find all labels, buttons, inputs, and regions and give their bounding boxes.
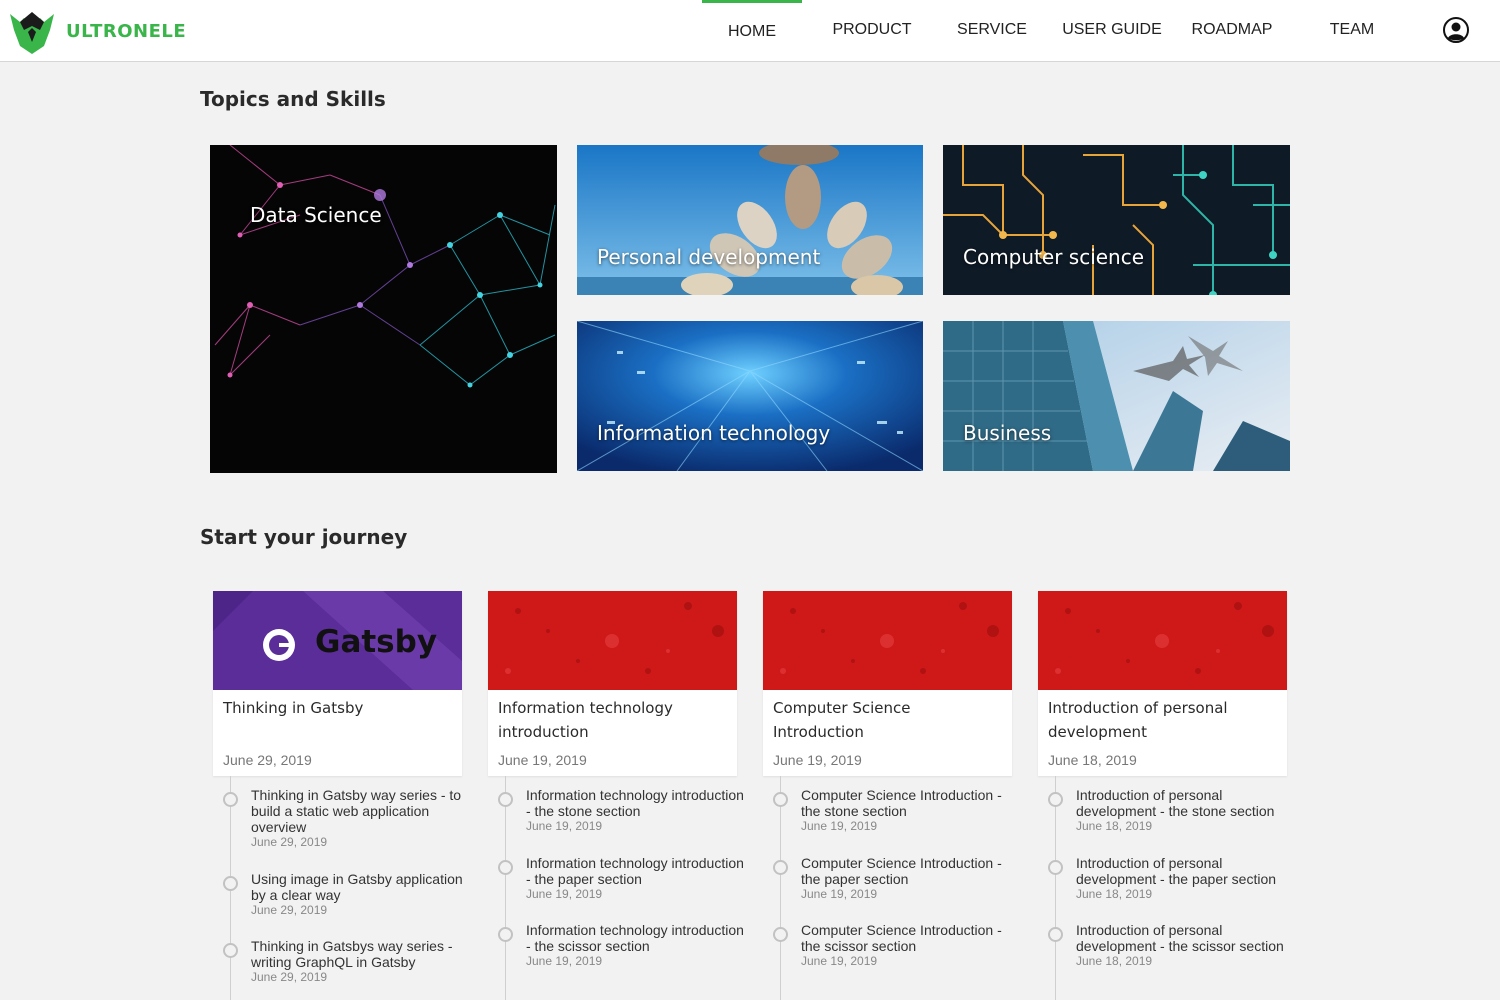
timeline-item-title: Information technology introduction - th… [526,855,744,887]
post-timeline: Thinking in Gatsby way series - to build… [213,776,473,1000]
topic-tile-business[interactable]: Business [943,321,1290,471]
timeline-item-title: Thinking in Gatsbys way series - writing… [251,938,453,970]
timeline-item-date: June 29, 2019 [251,903,328,917]
timeline-item-title: Introduction of personal development - t… [1076,922,1284,954]
topic-label: Data Science [250,203,382,227]
nav-roadmap[interactable]: ROADMAP [1182,0,1282,60]
post-timeline: Introduction of personal development - t… [1038,776,1298,1000]
timeline-line [780,776,781,1000]
red-texture-image [1038,591,1287,690]
timeline-dot-icon [773,792,788,807]
timeline-dot-icon [498,792,513,807]
post-timeline: Information technology introduction - th… [488,776,748,1000]
course-card[interactable]: Introduction of personal development Jun… [1038,591,1287,776]
timeline-line [1055,776,1056,1000]
nav-team[interactable]: TEAM [1302,0,1402,60]
topic-tile-personal-development[interactable]: Personal development [577,145,923,295]
timeline-item-title: Computer Science Introduction - the scis… [801,922,1002,954]
course-card[interactable]: Gatsby Thinking in Gatsby June 29, 2019 [213,591,462,776]
brand-name: ULTRONELE [66,20,187,42]
timeline-item-date: June 18, 2019 [1076,954,1153,968]
red-texture-image [763,591,1012,690]
topics-heading: Topics and Skills [200,87,386,111]
server-tunnel-image [577,321,923,471]
course-card[interactable]: Information technology introduction June… [488,591,737,776]
timeline-item-date: June 19, 2019 [526,819,603,833]
timeline-item-date: June 29, 2019 [251,970,328,984]
topic-label: Information technology [597,421,831,445]
timeline-line [505,776,506,1000]
timeline-item-title: Information technology introduction - th… [526,922,744,954]
journey-heading: Start your journey [200,525,408,549]
card-date: June 18, 2019 [1048,752,1137,768]
timeline-item-date: June 19, 2019 [801,887,878,901]
network-graph-image [210,145,557,473]
timeline-dot-icon [498,927,513,942]
card-title: Information technology introduction [498,699,673,741]
card-date: June 29, 2019 [223,752,312,768]
timeline-dot-icon [498,860,513,875]
topic-label: Personal development [597,245,821,269]
red-texture-image [488,591,737,690]
card-title: Computer Science Introduction [773,699,911,741]
nav-product[interactable]: PRODUCT [822,0,922,60]
timeline-item-title: Thinking in Gatsby way series - to build… [251,787,462,835]
timeline-dot-icon [1048,860,1063,875]
user-circle-icon[interactable] [1443,17,1469,43]
topic-tile-data-science[interactable]: Data Science [210,145,557,473]
nav-service[interactable]: SERVICE [942,0,1042,60]
topic-tile-information-technology[interactable]: Information technology [577,321,923,471]
timeline-item-date: June 19, 2019 [801,819,878,833]
card-date: June 19, 2019 [773,752,862,768]
topic-label: Computer science [963,245,1145,269]
card-title: Introduction of personal development [1048,699,1228,741]
timeline-dot-icon [773,860,788,875]
timeline-dot-icon [223,943,238,958]
timeline-item-date: June 18, 2019 [1076,887,1153,901]
skyscrapers-image [943,321,1290,471]
timeline-item-title: Using image in Gatsby application by a c… [251,871,463,903]
circuit-board-image [943,145,1290,295]
course-card[interactable]: Computer Science Introduction June 19, 2… [763,591,1012,776]
topic-label: Business [963,421,1052,445]
timeline-dot-icon [1048,927,1063,942]
timeline-dot-icon [223,792,238,807]
gatsby-logo-text: Gatsby [315,624,438,660]
card-title: Thinking in Gatsby [223,699,364,717]
timeline-item-title: Introduction of personal development - t… [1076,855,1277,887]
balanced-stones-image [577,145,923,295]
post-timeline: Computer Science Introduction - the ston… [763,776,1023,1000]
brand-logo[interactable]: ULTRONELE [6,8,186,54]
eagle-logo-icon [10,12,54,54]
timeline-item-date: June 18, 2019 [1076,819,1153,833]
nav-home[interactable]: HOME [702,0,802,60]
timeline-item-date: June 19, 2019 [801,954,878,968]
top-header: ULTRONELE HOME PRODUCT SERVICE USER GUID… [0,0,1500,62]
gatsby-banner-image: Gatsby [213,591,462,690]
timeline-dot-icon [773,927,788,942]
nav-user-guide[interactable]: USER GUIDE [1062,0,1162,60]
timeline-item-date: June 19, 2019 [526,887,603,901]
timeline-item-title: Introduction of personal development - t… [1076,787,1275,819]
timeline-item-date: June 29, 2019 [251,835,328,849]
timeline-item-title: Computer Science Introduction - the pape… [801,855,1002,887]
timeline-dot-icon [1048,792,1063,807]
card-date: June 19, 2019 [498,752,587,768]
timeline-item-title: Information technology introduction - th… [526,787,744,819]
topic-tile-computer-science[interactable]: Computer science [943,145,1290,295]
timeline-dot-icon [223,876,238,891]
timeline-item-title: Computer Science Introduction - the ston… [801,787,1002,819]
timeline-item-date: June 19, 2019 [526,954,603,968]
